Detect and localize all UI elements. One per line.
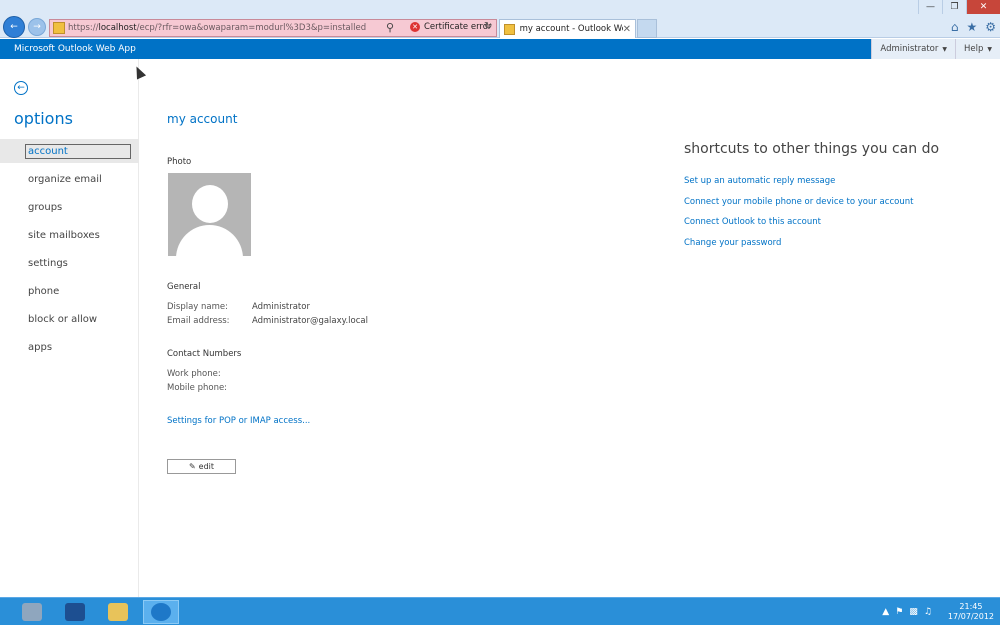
shortcuts-heading: shortcuts to other things you can do: [684, 141, 940, 157]
show-hidden-icons-icon[interactable]: ▲: [882, 607, 889, 617]
sidebar-item-label: account: [25, 143, 131, 159]
refresh-icon[interactable]: ↻: [484, 21, 492, 32]
sidebar-item-label: organize email: [28, 173, 102, 185]
help-menu-label: Help: [963, 44, 984, 54]
clock[interactable]: 21:45 17/07/2012: [948, 602, 994, 622]
sidebar-item-label: site mailboxes: [28, 229, 100, 241]
edit-button[interactable]: ✎ edit: [167, 459, 236, 474]
browser-chrome: — ❐ ✕ ← → https://localhost/ecp/?rfr=owa…: [0, 0, 1000, 38]
section-title: my account: [167, 112, 238, 126]
browser-toolbar: ⌂ ★ ⚙: [951, 20, 996, 34]
tab-close-icon[interactable]: ✕: [623, 24, 631, 35]
pop-imap-settings-link[interactable]: Settings for POP or IMAP access...: [167, 416, 310, 426]
tab-favicon-icon: [504, 23, 515, 35]
sidebar-item-organize-email[interactable]: organize email: [0, 167, 139, 191]
work-phone-label: Work phone:: [167, 369, 221, 379]
new-tab-button[interactable]: [637, 19, 657, 38]
server-manager-icon[interactable]: [14, 600, 50, 624]
tab-title: my account - Outlook Web...: [519, 24, 623, 34]
sidebar-item-phone[interactable]: phone: [0, 279, 139, 303]
network-icon[interactable]: ▩: [909, 607, 918, 617]
home-icon[interactable]: ⌂: [951, 20, 959, 34]
sidebar-item-account[interactable]: account: [0, 139, 139, 163]
address-bar[interactable]: https://localhost/ecp/?rfr=owa&owaparam=…: [49, 19, 497, 37]
sidebar-item-label: block or allow: [28, 313, 98, 325]
powershell-icon[interactable]: [57, 600, 93, 624]
sidebar-item-block-or-allow[interactable]: block or allow: [0, 307, 139, 331]
page-favicon-icon: [53, 22, 65, 34]
display-name-value: Administrator: [252, 302, 310, 312]
page-title: options: [14, 109, 73, 128]
browser-tab[interactable]: my account - Outlook Web... ✕: [499, 19, 636, 38]
sidebar-item-groups[interactable]: groups: [0, 195, 139, 219]
email-address-label: Email address:: [167, 316, 230, 326]
browser-forward-button[interactable]: →: [28, 18, 46, 36]
options-sidebar: ← options account organize email groups …: [0, 59, 139, 597]
gear-icon[interactable]: ⚙: [985, 20, 996, 34]
shortcut-auto-reply-link[interactable]: Set up an automatic reply message: [684, 176, 835, 186]
favorites-star-icon[interactable]: ★: [966, 20, 977, 34]
email-address-value: Administrator@galaxy.local: [252, 316, 368, 326]
back-arrow-icon[interactable]: ←: [14, 81, 28, 95]
window-close-icon[interactable]: ✕: [966, 0, 1000, 14]
contact-numbers-heading: Contact Numbers: [167, 349, 242, 359]
owa-header: Microsoft Outlook Web App Administrator ▼…: [0, 39, 1000, 59]
sidebar-item-apps[interactable]: apps: [0, 335, 139, 359]
mobile-phone-label: Mobile phone:: [167, 383, 228, 393]
system-tray: ▲ ⚑ ▩ ♫ 21:45 17/07/2012: [882, 602, 994, 622]
error-icon: ✕: [410, 22, 420, 32]
avatar: [168, 173, 251, 256]
sidebar-item-site-mailboxes[interactable]: site mailboxes: [0, 223, 139, 247]
clock-date: 17/07/2012: [947, 612, 994, 621]
volume-icon[interactable]: ♫: [924, 607, 932, 617]
action-center-icon[interactable]: ⚑: [895, 607, 903, 617]
clock-time: 21:45: [959, 602, 983, 611]
avatar-head-shape: [192, 185, 228, 223]
avatar-body-shape: [176, 225, 243, 256]
chevron-down-icon: ▼: [987, 45, 992, 53]
edit-button-label: edit: [198, 462, 215, 471]
shortcut-change-password-link[interactable]: Change your password: [684, 238, 781, 248]
sidebar-item-label: settings: [28, 257, 68, 269]
app-title: Microsoft Outlook Web App: [14, 44, 136, 54]
photo-label: Photo: [167, 157, 192, 167]
minimize-icon[interactable]: —: [918, 0, 942, 14]
browser-back-button[interactable]: ←: [3, 16, 25, 38]
internet-explorer-icon[interactable]: [143, 600, 179, 624]
sidebar-item-label: groups: [28, 201, 63, 213]
user-menu-label: Administrator: [880, 44, 939, 54]
taskbar: ▲ ⚑ ▩ ♫ 21:45 17/07/2012: [0, 597, 1000, 625]
window-controls: — ❐ ✕: [918, 0, 1000, 14]
user-menu[interactable]: Administrator ▼: [871, 39, 955, 59]
sidebar-item-settings[interactable]: settings: [0, 251, 139, 275]
address-url: https://localhost/ecp/?rfr=owa&owaparam=…: [68, 23, 367, 33]
sidebar-item-label: phone: [28, 285, 60, 297]
shortcut-connect-phone-link[interactable]: Connect your mobile phone or device to y…: [684, 197, 913, 207]
header-menus: Administrator ▼ Help ▼: [871, 39, 1000, 59]
help-menu[interactable]: Help ▼: [954, 39, 1000, 59]
display-name-label: Display name:: [167, 302, 229, 312]
search-icon[interactable]: ⚲: [386, 21, 394, 34]
sidebar-item-label: apps: [28, 341, 53, 353]
certificate-error-label: Certificate error: [424, 22, 492, 32]
pencil-icon: ✎: [188, 462, 196, 471]
file-explorer-icon[interactable]: [100, 600, 136, 624]
chevron-down-icon: ▼: [942, 45, 947, 53]
shortcut-connect-outlook-link[interactable]: Connect Outlook to this account: [684, 217, 821, 227]
certificate-error[interactable]: ✕ Certificate error: [410, 22, 491, 32]
general-heading: General: [167, 282, 201, 292]
restore-icon[interactable]: ❐: [942, 0, 966, 14]
